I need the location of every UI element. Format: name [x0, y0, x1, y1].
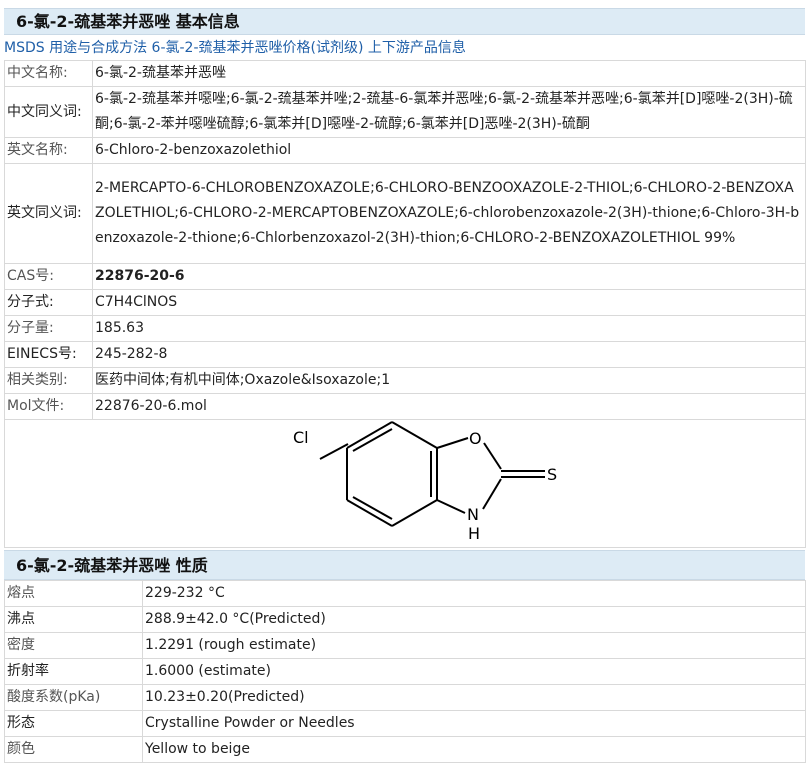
prop-row: 酸度系数(pKa) 10.23±0.20(Predicted) [4, 684, 806, 711]
structure-bonds [319, 421, 545, 527]
cn-syn-value[interactable]: 6-氯-2-巯基苯并噁唑;6-氯-2-巯基苯并唑;2-巯基-6-氯苯并恶唑;6-… [92, 86, 806, 138]
en-name-label: 英文名称: [4, 137, 93, 164]
category-label: 相关类别: [4, 367, 93, 394]
structure-cell: Cl O S N H [4, 419, 806, 548]
prop-row: 形态 Crystalline Powder or Needles [4, 710, 806, 737]
prop-label: 熔点 [4, 580, 143, 607]
prop-label: 酸度系数(pKa) [4, 684, 143, 711]
row-mw: 分子量: 185.63 [4, 315, 806, 342]
category-value[interactable]: 医药中间体;有机中间体;Oxazole&Isoxazole;1 [92, 367, 806, 394]
props-title: 6-氯-2-巯基苯并恶唑 性质 [4, 550, 805, 580]
en-syn-label: 英文同义词: [4, 163, 93, 264]
cn-syn-label: 中文同义词: [4, 86, 93, 138]
row-structure: Cl O S N H [4, 419, 806, 548]
prop-value: 288.9±42.0 °C(Predicted) [142, 606, 806, 633]
prop-row: 熔点 229-232 °C [4, 580, 806, 607]
prop-value: Yellow to beige [142, 736, 806, 763]
row-en-name: 英文名称: 6-Chloro-2-benzoxazolethiol [4, 137, 806, 164]
row-formula: 分子式: C7H4ClNOS [4, 289, 806, 316]
row-mol: Mol文件: 22876-20-6.mol [4, 393, 806, 420]
mw-label: 分子量: [4, 315, 93, 342]
formula-label: 分子式: [4, 289, 93, 316]
atom-cl: Cl [293, 428, 309, 447]
prop-label: 密度 [4, 632, 143, 659]
prop-value: 1.2291 (rough estimate) [142, 632, 806, 659]
prop-row: 密度 1.2291 (rough estimate) [4, 632, 806, 659]
link-usage[interactable]: 用途与合成方法 [49, 40, 147, 56]
cas-value: 22876-20-6 [92, 263, 806, 290]
structure-labels: Cl O S N H [293, 428, 557, 543]
row-en-syn: 英文同义词: 2-MERCAPTO-6-CHLOROBENZOXAZOLE;6-… [4, 163, 806, 264]
link-updown[interactable]: 上下游产品信息 [368, 40, 466, 56]
structure-image: Cl O S N H [293, 421, 557, 543]
prop-label: 沸点 [4, 606, 143, 633]
prop-label: 折射率 [4, 658, 143, 685]
row-cas: CAS号: 22876-20-6 [4, 263, 806, 290]
prop-row: 颜色 Yellow to beige [4, 736, 806, 763]
atom-h: H [468, 524, 480, 543]
link-price[interactable]: 6-氯-2-巯基苯并恶唑价格(试剂级) [152, 40, 364, 56]
en-syn-value[interactable]: 2-MERCAPTO-6-CHLOROBENZOXAZOLE;6-CHLORO-… [92, 163, 806, 264]
mw-value: 185.63 [92, 315, 806, 342]
formula-value: C7H4ClNOS [92, 289, 806, 316]
cas-label: CAS号: [4, 263, 93, 290]
basic-info-table: 中文名称: 6-氯-2-巯基苯并恶唑 中文同义词: 6-氯-2-巯基苯并噁唑;6… [4, 60, 806, 548]
mol-label: Mol文件: [4, 393, 93, 420]
row-einecs: EINECS号: 245-282-8 [4, 341, 806, 368]
prop-value: Crystalline Powder or Needles [142, 710, 806, 737]
row-category: 相关类别: 医药中间体;有机中间体;Oxazole&Isoxazole;1 [4, 367, 806, 394]
prop-label: 形态 [4, 710, 143, 737]
quick-links: MSDS 用途与合成方法 6-氯-2-巯基苯并恶唑价格(试剂级) 上下游产品信息 [4, 37, 466, 59]
basic-info-title: 6-氯-2-巯基苯并恶唑 基本信息 [4, 8, 805, 35]
link-msds[interactable]: MSDS [4, 40, 45, 56]
props-table: 熔点 229-232 °C 沸点 288.9±42.0 °C(Predicted… [4, 580, 806, 763]
row-cn-name: 中文名称: 6-氯-2-巯基苯并恶唑 [4, 60, 806, 87]
prop-label: 颜色 [4, 736, 143, 763]
prop-value: 10.23±0.20(Predicted) [142, 684, 806, 711]
einecs-value: 245-282-8 [92, 341, 806, 368]
mol-value[interactable]: 22876-20-6.mol [92, 393, 806, 420]
einecs-label: EINECS号: [4, 341, 93, 368]
atom-n: N [467, 505, 479, 524]
cn-name-value[interactable]: 6-氯-2-巯基苯并恶唑 [92, 60, 806, 87]
atom-s: S [547, 465, 557, 484]
prop-value: 229-232 °C [142, 580, 806, 607]
cn-name-label: 中文名称: [4, 60, 93, 87]
prop-value: 1.6000 (estimate) [142, 658, 806, 685]
row-cn-syn: 中文同义词: 6-氯-2-巯基苯并噁唑;6-氯-2-巯基苯并唑;2-巯基-6-氯… [4, 86, 806, 138]
atom-o: O [469, 429, 482, 448]
prop-row: 沸点 288.9±42.0 °C(Predicted) [4, 606, 806, 633]
en-name-value: 6-Chloro-2-benzoxazolethiol [92, 137, 806, 164]
prop-row: 折射率 1.6000 (estimate) [4, 658, 806, 685]
